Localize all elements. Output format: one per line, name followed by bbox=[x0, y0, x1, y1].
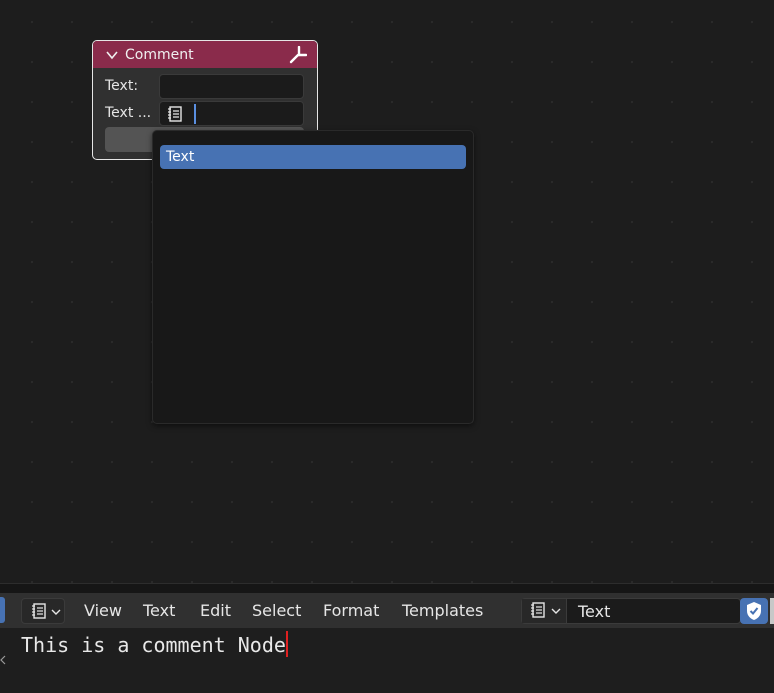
chevron-left-icon[interactable] bbox=[0, 655, 6, 665]
text-editor-line[interactable]: This is a comment Node bbox=[21, 633, 286, 657]
menu-edit[interactable]: Edit bbox=[200, 601, 231, 620]
text-editor-area[interactable]: View Text Edit Select Format Templates T… bbox=[0, 593, 774, 693]
popup-item-text[interactable]: Text bbox=[160, 145, 466, 169]
area-divider[interactable] bbox=[0, 583, 774, 593]
menu-text[interactable]: Text bbox=[143, 601, 175, 620]
text-datablock-icon bbox=[168, 106, 182, 122]
datablock-name[interactable]: Text bbox=[578, 602, 610, 621]
node-title: Comment bbox=[125, 46, 194, 63]
text-datablock-field[interactable]: Text bbox=[521, 598, 741, 624]
text-datablock-icon bbox=[531, 602, 545, 618]
node-header[interactable]: Comment bbox=[93, 41, 317, 68]
datablock-search-popup: Text bbox=[152, 130, 474, 424]
text-label: Text: bbox=[105, 78, 139, 94]
menu-format[interactable]: Format bbox=[323, 601, 379, 620]
text-editor-header: View Text Edit Select Format Templates T… bbox=[0, 593, 774, 628]
text-editor-icon bbox=[32, 603, 46, 619]
node-editor-canvas[interactable]: Comment Text: Text ... Text bbox=[0, 0, 774, 583]
text-datablock-label: Text ... bbox=[105, 105, 152, 121]
menu-select[interactable]: Select bbox=[252, 601, 301, 620]
text-cursor bbox=[286, 631, 288, 657]
editor-type-selector[interactable] bbox=[21, 598, 65, 624]
chevron-down-icon bbox=[551, 608, 561, 614]
area-edge-indicator bbox=[0, 597, 5, 623]
shield-check-icon bbox=[747, 602, 761, 620]
header-overflow-edge bbox=[770, 598, 774, 624]
text-datablock-selector[interactable] bbox=[159, 101, 304, 126]
chevron-down-icon bbox=[51, 609, 61, 615]
text-field[interactable] bbox=[159, 74, 304, 99]
fake-user-toggle[interactable] bbox=[740, 598, 768, 624]
menu-templates[interactable]: Templates bbox=[402, 601, 483, 620]
chevron-down-icon[interactable] bbox=[105, 48, 119, 62]
pin-icon[interactable] bbox=[289, 46, 307, 64]
datablock-browse-button[interactable] bbox=[522, 599, 567, 623]
input-caret bbox=[194, 104, 196, 124]
menu-view[interactable]: View bbox=[84, 601, 122, 620]
